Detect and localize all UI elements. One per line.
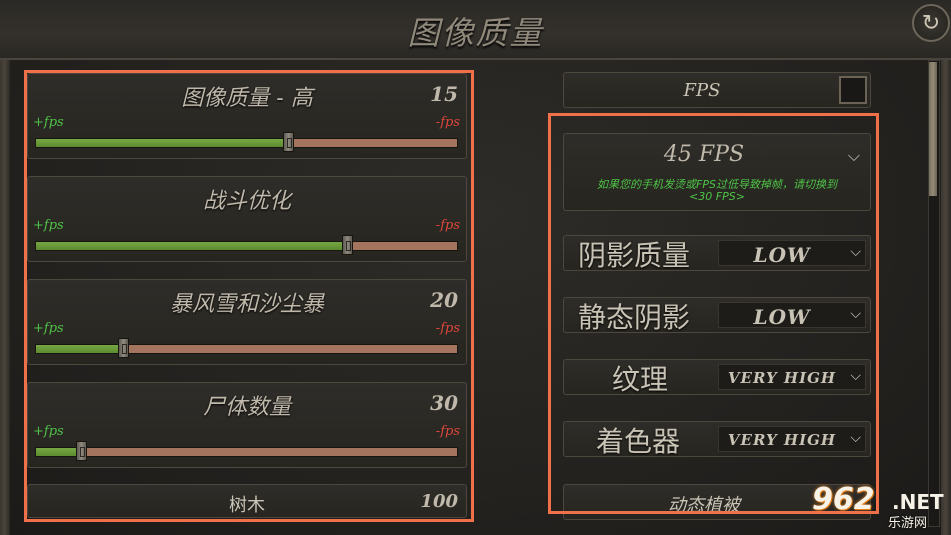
watermark-logo: 962 .NET 乐游网	[808, 478, 948, 532]
right-border	[941, 0, 951, 535]
title-bar: 图像质量	[0, 0, 951, 60]
back-button[interactable]: ↻	[912, 4, 950, 42]
fps-toggle-row[interactable]: FPS	[563, 72, 871, 108]
fps-checkbox[interactable]	[839, 76, 867, 104]
scrollbar-thumb[interactable]	[929, 62, 937, 196]
watermark-domain: .NET	[892, 490, 944, 514]
watermark-subtitle: 乐游网	[888, 516, 928, 531]
back-arrow-icon: ↻	[921, 10, 941, 36]
right-highlight-box	[548, 113, 879, 514]
left-border	[0, 0, 10, 535]
page-title: 图像质量	[407, 14, 544, 52]
fps-toggle-label: FPS	[683, 80, 721, 101]
left-highlight-box	[24, 70, 474, 522]
watermark-number: 962	[812, 482, 875, 517]
